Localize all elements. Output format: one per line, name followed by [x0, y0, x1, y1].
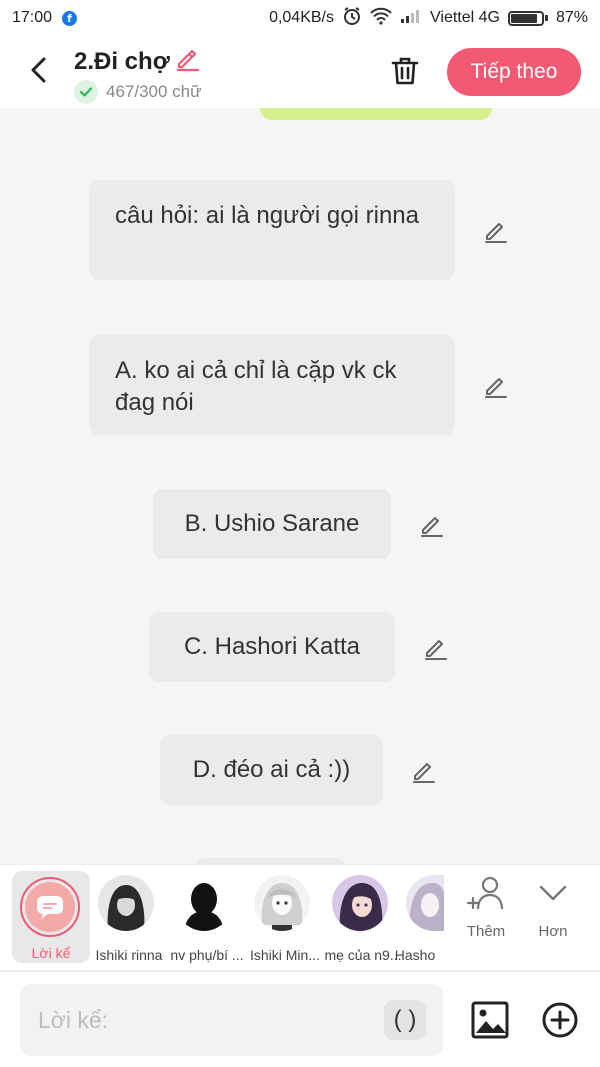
character-option[interactable]: Hasho: [392, 873, 444, 965]
edit-message-button[interactable]: [410, 756, 438, 784]
character-name: mẹ của n9...: [324, 947, 402, 963]
more-button[interactable]: Hơn: [523, 875, 583, 961]
next-button[interactable]: Tiếp theo: [447, 48, 581, 96]
add-button[interactable]: [540, 1000, 580, 1040]
word-count: 467/300 chữ: [106, 82, 202, 101]
status-bar: 17:00 f 0,04KB/s Viettel 4G 87%: [0, 0, 600, 36]
parentheses-button[interactable]: ( ): [384, 1000, 426, 1040]
message-bubble[interactable]: câu hỏi: ai là người gọi rinna: [89, 180, 455, 280]
status-time: 17:00: [12, 9, 53, 26]
speech-bubble-icon: [37, 896, 63, 919]
header: 2.Đi chợ 467/300 chữ Tiếp theo: [0, 36, 600, 108]
character-name: Hasho: [394, 947, 436, 963]
previous-message-bubble[interactable]: [260, 108, 492, 120]
add-person-icon: [466, 876, 504, 910]
battery-icon: [507, 10, 548, 26]
character-option[interactable]: Ishiki rinna: [90, 873, 168, 965]
input-bar: ( ): [0, 971, 600, 1067]
signal-icon: [400, 8, 422, 29]
character-avatar: [406, 875, 444, 931]
message-bubble[interactable]: B. Ushio Sarane: [153, 489, 391, 559]
insert-image-button[interactable]: [470, 1000, 510, 1040]
facebook-icon: f: [62, 10, 78, 26]
narrator-option[interactable]: Lời kể: [12, 871, 90, 963]
character-avatar: [254, 875, 310, 931]
trash-icon: [391, 57, 419, 85]
chevron-left-icon: [31, 57, 46, 83]
character-name: nv phụ/bí ...: [170, 947, 244, 963]
carrier-name: Viettel 4G: [430, 9, 500, 26]
pencil-icon: [413, 763, 435, 783]
character-name: Ishiki rinna: [95, 947, 163, 963]
more-label: Hơn: [538, 923, 568, 940]
page-title: 2.Đi chợ: [74, 47, 170, 75]
check-icon: [74, 80, 98, 104]
narrator-label: Lời kể: [31, 945, 71, 961]
page-title-row: 2.Đi chợ: [74, 44, 202, 79]
character-option[interactable]: mẹ của n9...: [324, 873, 402, 965]
edit-message-button[interactable]: [418, 510, 446, 538]
character-bar: Lời kể Ishiki rinna nv phụ/bí ... Ishiki…: [0, 864, 600, 970]
back-button[interactable]: [20, 52, 56, 88]
battery-fill: [510, 13, 538, 23]
character-avatar: [98, 875, 154, 931]
edit-title-icon[interactable]: [174, 44, 202, 79]
character-name: Ishiki Min...: [249, 947, 320, 963]
narration-input[interactable]: [20, 984, 443, 1056]
edit-message-button[interactable]: [482, 216, 510, 244]
pencil-icon: [421, 517, 443, 537]
message-text: B. Ushio Sarane: [184, 510, 360, 537]
word-count-row: 467/300 chữ: [74, 80, 202, 104]
wifi-icon: [370, 7, 392, 30]
character-avatar: [176, 875, 232, 931]
pencil-icon: [485, 223, 507, 243]
message-text: C. Hashori Katta: [183, 633, 361, 660]
delete-button[interactable]: [386, 52, 424, 90]
add-character-button[interactable]: Thêm: [456, 875, 516, 961]
character-option[interactable]: nv phụ/bí ...: [168, 873, 246, 965]
pencil-icon: [425, 640, 447, 660]
chevron-down-icon: [539, 885, 567, 901]
battery-percent: 87%: [555, 9, 588, 26]
edit-message-button[interactable]: [482, 371, 510, 399]
message-bubble[interactable]: A. ko ai cả chỉ là cặp vk ck đag nói: [89, 335, 455, 435]
message-text: câu hỏi: ai là người gọi rinna: [115, 202, 419, 229]
character-avatar: [332, 875, 388, 931]
chat-area[interactable]: câu hỏi: ai là người gọi rinna A. ko ai …: [0, 108, 600, 864]
message-text: D. đéo ai cả :)): [192, 756, 351, 783]
net-speed: 0,04KB/s: [269, 9, 334, 26]
alarm-icon: [342, 6, 362, 31]
image-icon: [471, 1001, 509, 1039]
plus-circle-icon: [542, 1002, 578, 1038]
message-bubble[interactable]: C. Hashori Katta: [149, 612, 395, 682]
add-character-label: Thêm: [466, 923, 506, 940]
character-option[interactable]: Ishiki Min...: [246, 873, 324, 965]
edit-message-button[interactable]: [422, 633, 450, 661]
message-text: A. ko ai cả chỉ là cặp vk ck đag nói: [115, 357, 397, 416]
message-bubble[interactable]: D. đéo ai cả :)): [160, 735, 383, 805]
pencil-icon: [485, 378, 507, 398]
